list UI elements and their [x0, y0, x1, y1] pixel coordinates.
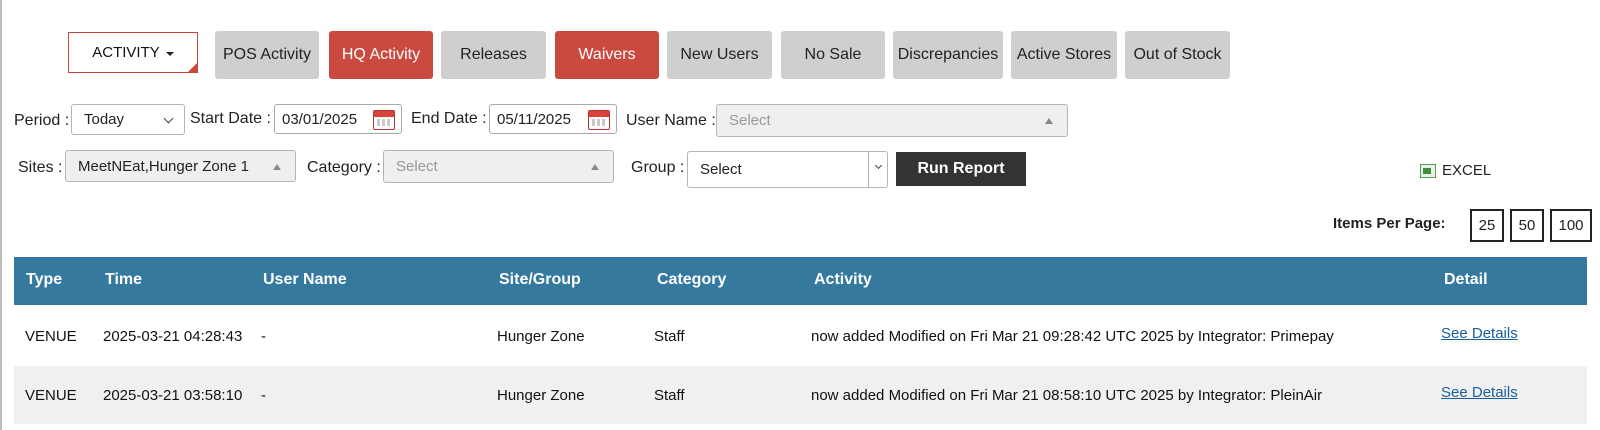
nav-waivers-button[interactable]: Waivers	[555, 31, 659, 79]
cell-activity: now added Modified on Fri Mar 21 08:58:1…	[811, 387, 1323, 404]
period-label: Period :	[14, 112, 70, 129]
column-header-site-group[interactable]: Site/Group	[499, 271, 581, 289]
page-left-border	[0, 0, 2, 430]
group-select-value: Select	[700, 161, 742, 178]
corner-flag-icon	[187, 62, 198, 73]
table-row: VENUE 2025-03-21 03:58:10 - Hunger Zone …	[14, 366, 1587, 424]
nav-out-of-stock-button[interactable]: Out of Stock	[1125, 31, 1230, 79]
nav-new-users-button[interactable]: New Users	[667, 31, 772, 79]
start-date-label: Start Date :	[190, 110, 271, 127]
category-select[interactable]: Select	[383, 150, 614, 183]
activity-dropdown-label: ACTIVITY	[92, 44, 160, 61]
items-per-page-label: Items Per Page:	[1333, 215, 1446, 232]
group-select[interactable]: Select	[687, 151, 888, 188]
nav-discrepancies-button[interactable]: Discrepancies	[893, 31, 1003, 79]
run-report-button[interactable]: Run Report	[896, 152, 1026, 186]
select-divider	[868, 152, 869, 187]
triangle-up-icon	[273, 164, 281, 170]
see-details-link[interactable]: See Details	[1441, 325, 1518, 342]
table-header: Type Time User Name Site/Group Category …	[14, 257, 1587, 305]
category-select-placeholder: Select	[396, 158, 438, 175]
excel-export-link[interactable]: EXCEL	[1420, 162, 1491, 179]
items-per-page-25-button[interactable]: 25	[1470, 209, 1504, 242]
end-date-value: 05/11/2025	[497, 110, 571, 128]
caret-down-icon	[165, 51, 174, 56]
cell-type: VENUE	[25, 328, 77, 345]
category-label: Category :	[307, 159, 381, 176]
period-select[interactable]: Today	[71, 104, 185, 135]
group-label: Group :	[631, 159, 685, 176]
cell-category: Staff	[654, 387, 685, 404]
calendar-icon[interactable]	[588, 110, 610, 130]
activity-dropdown[interactable]: ACTIVITY	[68, 32, 198, 73]
start-date-value: 03/01/2025	[282, 110, 358, 128]
cell-site-group: Hunger Zone	[497, 387, 585, 404]
cell-user-name: -	[261, 387, 266, 404]
cell-category: Staff	[654, 328, 685, 345]
sites-select[interactable]: MeetNEat,Hunger Zone 1	[65, 150, 296, 182]
nav-releases-button[interactable]: Releases	[441, 31, 546, 79]
column-header-user-name[interactable]: User Name	[263, 271, 347, 289]
chevron-down-icon	[163, 113, 174, 124]
items-per-page-100-button[interactable]: 100	[1550, 209, 1592, 242]
cell-time: 2025-03-21 04:28:43	[103, 328, 243, 345]
column-header-time[interactable]: Time	[105, 271, 142, 289]
start-date-field[interactable]: 03/01/2025	[274, 104, 402, 134]
table-row: VENUE 2025-03-21 04:28:43 - Hunger Zone …	[14, 307, 1587, 365]
chevron-down-icon	[874, 161, 883, 170]
nav-active-stores-button[interactable]: Active Stores	[1011, 31, 1117, 79]
nav-no-sale-button[interactable]: No Sale	[781, 31, 885, 79]
items-per-page-50-button[interactable]: 50	[1510, 209, 1544, 242]
end-date-field[interactable]: 05/11/2025	[489, 104, 617, 134]
column-header-type[interactable]: Type	[26, 271, 62, 289]
sites-label: Sites :	[18, 159, 63, 176]
triangle-up-icon	[1045, 118, 1053, 124]
username-select[interactable]: Select	[716, 104, 1068, 137]
username-select-placeholder: Select	[729, 112, 771, 129]
sites-select-value: MeetNEat,Hunger Zone 1	[78, 157, 249, 175]
end-date-label: End Date :	[411, 110, 487, 127]
cell-time: 2025-03-21 03:58:10	[103, 387, 243, 404]
cell-user-name: -	[261, 328, 266, 345]
nav-pos-activity-button[interactable]: POS Activity	[215, 31, 319, 79]
cell-site-group: Hunger Zone	[497, 328, 585, 345]
column-header-category[interactable]: Category	[657, 271, 726, 289]
excel-label: EXCEL	[1442, 162, 1492, 179]
triangle-up-icon	[591, 164, 599, 170]
excel-file-icon	[1420, 163, 1436, 178]
username-label: User Name :	[626, 112, 716, 129]
nav-hq-activity-button[interactable]: HQ Activity	[329, 31, 433, 79]
column-header-activity[interactable]: Activity	[814, 271, 872, 289]
column-header-detail[interactable]: Detail	[1444, 271, 1488, 289]
cell-activity: now added Modified on Fri Mar 21 09:28:4…	[811, 328, 1334, 345]
period-select-value: Today	[84, 111, 125, 128]
calendar-icon[interactable]	[373, 110, 395, 130]
see-details-link[interactable]: See Details	[1441, 384, 1518, 401]
cell-type: VENUE	[25, 387, 77, 404]
